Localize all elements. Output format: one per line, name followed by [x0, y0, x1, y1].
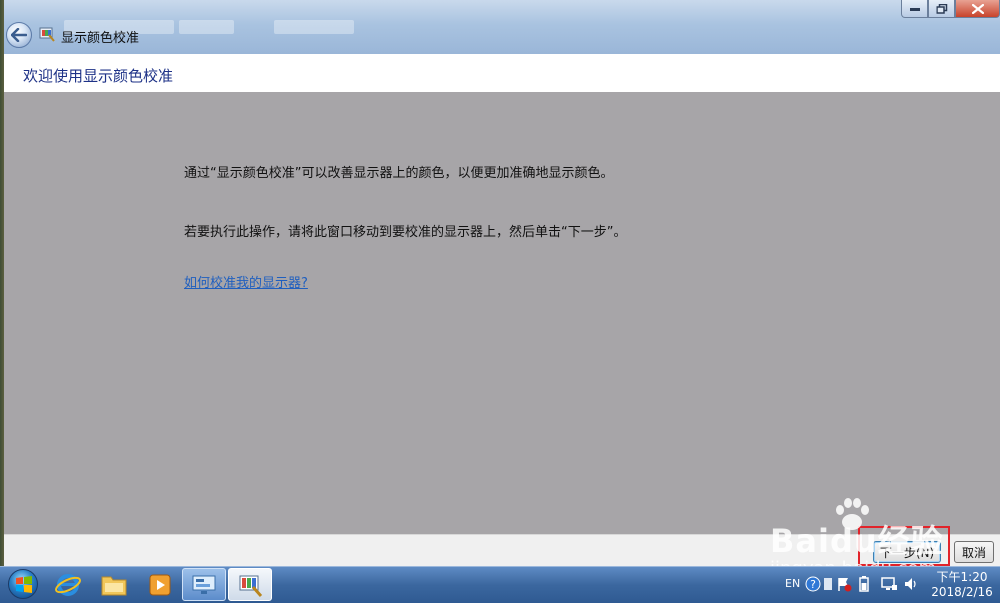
instruction-paragraph: 若要执行此操作，请将此窗口移动到要校准的显示器上，然后单击“下一步”。 — [184, 225, 627, 240]
blurred-toolbar — [274, 20, 354, 34]
next-button[interactable]: 下一步(N) — [873, 541, 941, 563]
color-calibration-icon — [239, 575, 263, 597]
display-settings-icon — [192, 575, 216, 594]
taskbar-media-player[interactable] — [138, 568, 182, 601]
taskbar-color-calibration[interactable] — [228, 568, 272, 601]
calibration-window: 显示颜色校准 欢迎使用显示颜色校准 通过“显示颜色校准”可以改善显示器上的颜色，… — [4, 0, 1000, 567]
taskbar: EN ? 下午1:20 2018/2/16 — [0, 566, 1000, 603]
ime-toolbar-icon[interactable] — [822, 576, 834, 592]
minimize-icon — [909, 7, 920, 11]
taskbar-file-explorer[interactable] — [92, 568, 136, 601]
restore-icon — [936, 3, 947, 14]
clock-date: 2018/2/16 — [931, 585, 993, 599]
start-button[interactable] — [8, 569, 38, 599]
back-button[interactable] — [6, 22, 32, 48]
maximize-button[interactable] — [928, 0, 955, 18]
page-title: 欢迎使用显示颜色校准 — [23, 67, 174, 85]
window-title: 显示颜色校准 — [61, 31, 140, 46]
system-clock[interactable]: 下午1:20 2018/2/16 — [930, 570, 994, 600]
internet-explorer-icon — [55, 573, 81, 596]
arrow-left-icon — [11, 28, 27, 42]
input-language-indicator[interactable]: EN — [785, 577, 800, 590]
help-link[interactable]: 如何校准我的显示器? — [184, 272, 308, 291]
clock-time: 下午1:20 — [936, 570, 988, 584]
svg-text:?: ? — [810, 578, 816, 591]
taskbar-internet-explorer[interactable] — [46, 568, 90, 601]
taskbar-control-panel[interactable] — [182, 568, 226, 601]
wizard-footer: 下一步(N) 取消 — [4, 534, 1000, 567]
help-icon[interactable]: ? — [805, 576, 821, 592]
action-center-flag-icon[interactable] — [836, 576, 852, 592]
wizard-header: 欢迎使用显示颜色校准 — [4, 54, 1000, 92]
title-bar[interactable]: 显示颜色校准 — [4, 0, 1000, 54]
folder-icon — [101, 576, 127, 595]
close-button[interactable] — [955, 0, 1000, 18]
close-icon — [971, 3, 984, 14]
battery-icon[interactable] — [858, 576, 870, 592]
volume-icon[interactable] — [903, 576, 919, 592]
color-calibration-app-icon — [39, 26, 55, 42]
wizard-content: 通过“显示颜色校准”可以改善显示器上的颜色，以便更加准确地显示颜色。 若要执行此… — [4, 92, 1000, 534]
minimize-button[interactable] — [901, 0, 928, 18]
windows-logo-icon — [16, 576, 32, 593]
cancel-button[interactable]: 取消 — [954, 541, 994, 563]
media-player-icon — [149, 574, 171, 595]
blurred-toolbar — [179, 20, 234, 34]
intro-paragraph: 通过“显示颜色校准”可以改善显示器上的颜色，以便更加准确地显示颜色。 — [184, 166, 614, 181]
network-icon[interactable] — [880, 576, 898, 592]
